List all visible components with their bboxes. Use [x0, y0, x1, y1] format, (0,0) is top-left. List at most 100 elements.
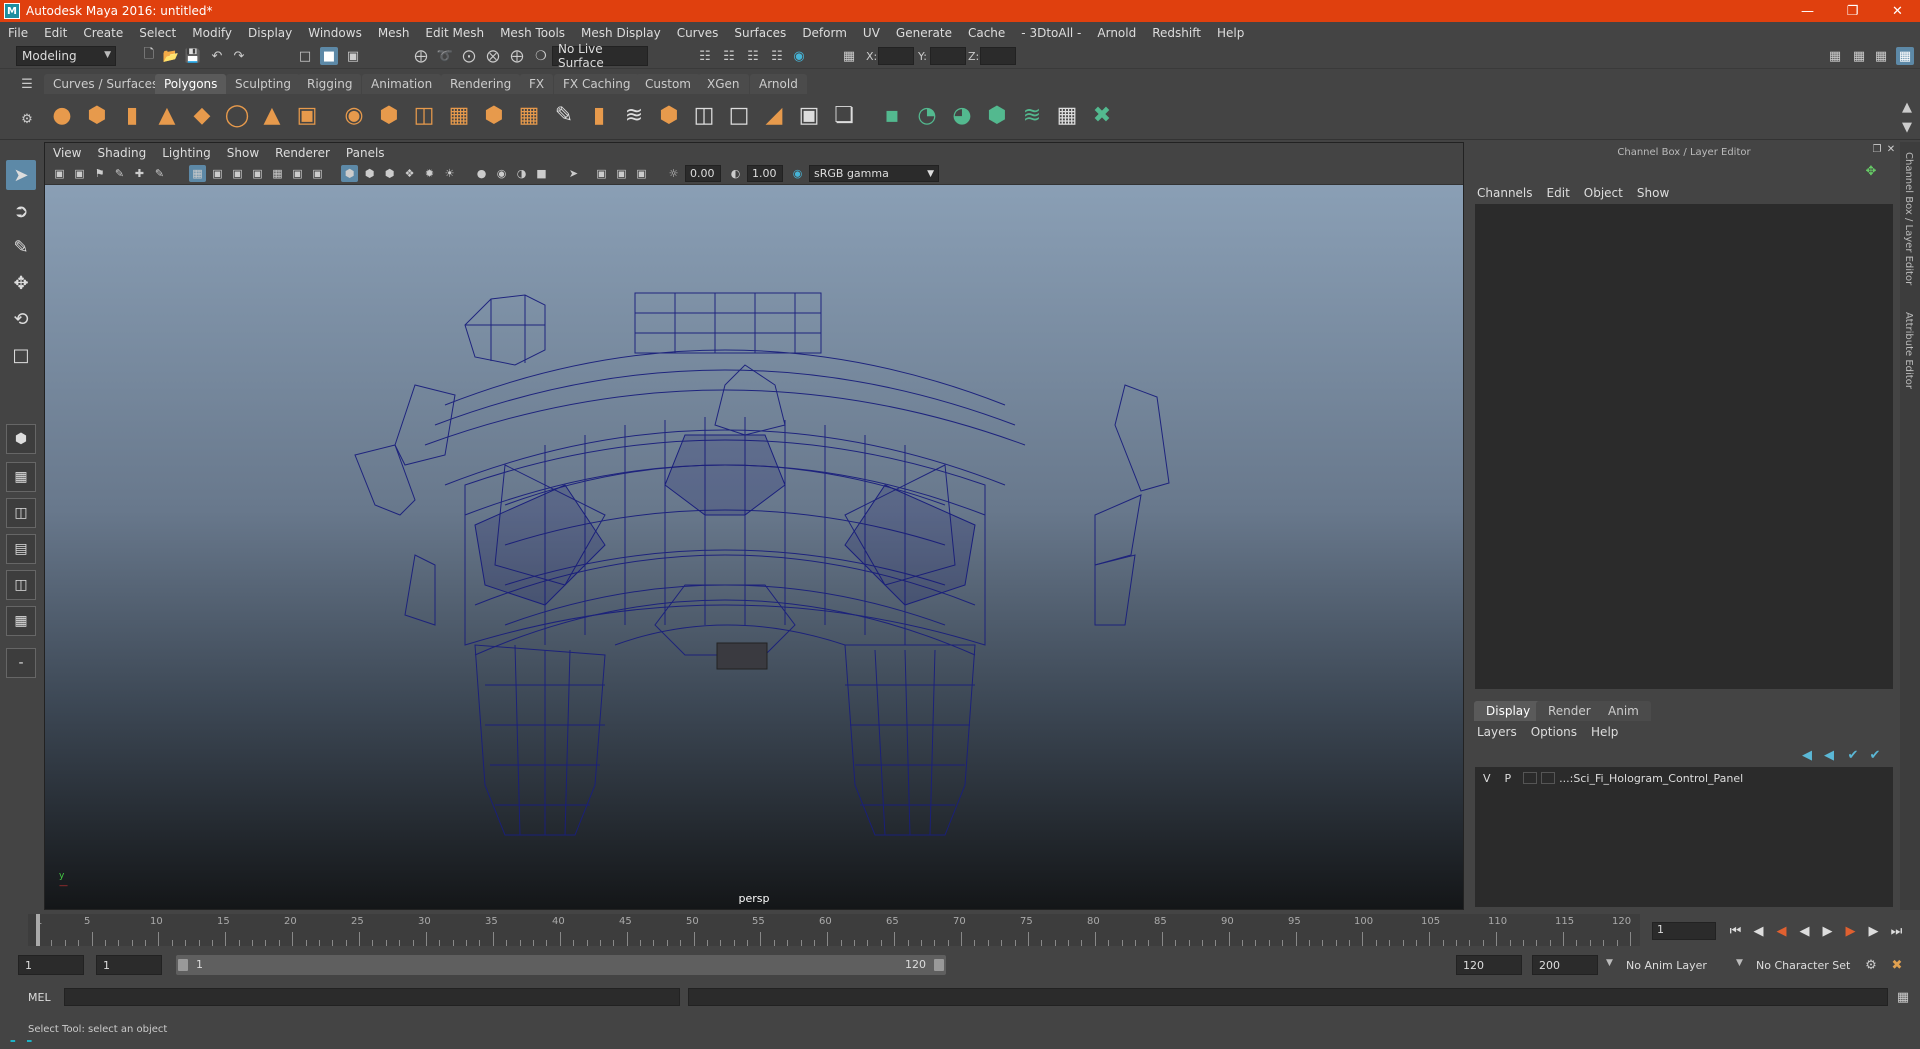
- combine-icon[interactable]: ◫: [410, 101, 438, 129]
- scale-tool-icon[interactable]: □: [6, 340, 36, 370]
- image-plane-icon[interactable]: ✎: [111, 165, 128, 182]
- side-tab-attribute-editor[interactable]: Attribute Editor: [1903, 312, 1914, 389]
- menu-file[interactable]: File: [0, 26, 36, 40]
- shelf-tab-animation[interactable]: Animation: [362, 74, 442, 94]
- poly-plane-icon[interactable]: ◆: [188, 101, 216, 129]
- layer-menu-options[interactable]: Options: [1524, 725, 1584, 739]
- side-tab-channel-box[interactable]: Channel Box / Layer Editor: [1903, 152, 1914, 285]
- time-ruler[interactable]: 1510152025303540455055606570758085909510…: [28, 914, 1640, 946]
- make-live-icon[interactable]: ❍: [532, 47, 550, 65]
- move-layer-down-icon[interactable]: ◀: [1820, 746, 1838, 764]
- play-backwards-icon[interactable]: ◀: [1793, 924, 1816, 939]
- channel-box-icon[interactable]: ▦: [1896, 47, 1914, 65]
- single-pane-layout-icon[interactable]: ⬢: [6, 424, 36, 454]
- float-panel-icon[interactable]: ❐: [1870, 142, 1884, 156]
- cb-menu-object[interactable]: Object: [1577, 186, 1630, 200]
- z-coord-field[interactable]: [980, 47, 1016, 65]
- ipr-render-icon[interactable]: ☷: [720, 47, 738, 65]
- anti-aliasing-icon[interactable]: ◑: [513, 165, 530, 182]
- layer-tab-anim[interactable]: Anim: [1596, 701, 1651, 721]
- menu-generate[interactable]: Generate: [888, 26, 960, 40]
- colorspace-dropdown[interactable]: sRGB gamma ▼: [809, 165, 939, 182]
- lasso-tool-icon[interactable]: ➲: [6, 196, 36, 226]
- multi-cut-icon[interactable]: ✎: [550, 101, 578, 129]
- menu-windows[interactable]: Windows: [300, 26, 370, 40]
- two-pane-stacked-layout-icon[interactable]: ◫: [6, 570, 36, 600]
- xray-components-icon[interactable]: ▣: [633, 165, 650, 182]
- current-time-marker[interactable]: [36, 914, 40, 946]
- shelf-tab-polygons[interactable]: Polygons: [155, 74, 227, 94]
- gamma-field[interactable]: 1.00: [747, 165, 783, 182]
- insert-edge-loop-icon[interactable]: ◫: [690, 101, 718, 129]
- offset-edge-loop-icon[interactable]: □: [725, 101, 753, 129]
- menu-arnold[interactable]: Arnold: [1089, 26, 1144, 40]
- viewport-menu-panels[interactable]: Panels: [338, 146, 393, 160]
- menu-create[interactable]: Create: [75, 26, 131, 40]
- layer-tab-display[interactable]: Display: [1474, 701, 1543, 721]
- menu-deform[interactable]: Deform: [794, 26, 855, 40]
- spherical-uv-icon[interactable]: ◕: [948, 101, 976, 129]
- poly-cone-icon[interactable]: ▲: [153, 101, 181, 129]
- 2d-pan-zoom-icon[interactable]: ✎: [151, 165, 168, 182]
- snap-view-icon[interactable]: ⨂: [484, 47, 502, 65]
- hypershade-icon[interactable]: ☷: [768, 47, 786, 65]
- uv-editor-icon[interactable]: ≋: [1018, 101, 1046, 129]
- open-scene-icon[interactable]: 📂: [162, 47, 180, 65]
- minimize-icon[interactable]: —: [1785, 0, 1830, 22]
- viewport-menu-shading[interactable]: Shading: [89, 146, 154, 160]
- menu-select[interactable]: Select: [131, 26, 184, 40]
- move-tool-icon[interactable]: ✥: [6, 268, 36, 298]
- menu-curves[interactable]: Curves: [669, 26, 727, 40]
- select-component-icon[interactable]: ▣: [344, 47, 362, 65]
- menu-mesh[interactable]: Mesh: [370, 26, 418, 40]
- gamma-icon[interactable]: ◐: [727, 165, 744, 182]
- snap-grid-icon[interactable]: ⨁: [412, 47, 430, 65]
- 3d-scene[interactable]: y — persp: [45, 185, 1463, 909]
- shadows-icon[interactable]: ☀: [441, 165, 458, 182]
- menu-cache[interactable]: Cache: [960, 26, 1013, 40]
- xray-icon[interactable]: ▣: [593, 165, 610, 182]
- poly-sphere-icon[interactable]: ●: [48, 101, 76, 129]
- menu-edit-mesh[interactable]: Edit Mesh: [417, 26, 492, 40]
- menu-display[interactable]: Display: [240, 26, 300, 40]
- outliner-persp-layout-icon[interactable]: ▤: [6, 534, 36, 564]
- layer-menu-layers[interactable]: Layers: [1470, 725, 1524, 739]
- menu-mesh-tools[interactable]: Mesh Tools: [492, 26, 573, 40]
- render-view-icon[interactable]: ◉: [790, 47, 808, 65]
- auto-key-icon[interactable]: ⚙: [1862, 956, 1880, 974]
- step-forward-key-icon[interactable]: ▶: [1862, 924, 1885, 939]
- playback-start-field[interactable]: 1: [96, 955, 162, 975]
- motion-blur-icon[interactable]: ◉: [493, 165, 510, 182]
- separate-icon[interactable]: ▦: [445, 101, 473, 129]
- new-layer-icon[interactable]: ✔: [1844, 746, 1862, 764]
- menu-3dtoall[interactable]: - 3DtoAll -: [1013, 26, 1089, 40]
- poly-platonic-icon[interactable]: ⬢: [375, 101, 403, 129]
- viewport-panel[interactable]: View Shading Lighting Show Renderer Pane…: [44, 142, 1464, 910]
- planar-uv-icon[interactable]: ▪: [878, 101, 906, 129]
- menu-help[interactable]: Help: [1209, 26, 1252, 40]
- shelf-tab-curves-surfaces[interactable]: Curves / Surfaces: [44, 74, 168, 94]
- mirror-icon[interactable]: ⬢: [480, 101, 508, 129]
- scroll-up-icon[interactable]: ▲: [1898, 98, 1916, 116]
- layer-color-swatch[interactable]: [1541, 772, 1556, 784]
- go-to-start-icon[interactable]: ⏮: [1724, 924, 1747, 939]
- append-polygon-icon[interactable]: ◢: [760, 101, 788, 129]
- layer-list[interactable]: V P ...:Sci_Fi_Hologram_Control_Panel: [1475, 767, 1893, 907]
- new-scene-icon[interactable]: 🗋: [140, 47, 158, 65]
- smooth-icon[interactable]: ▦: [515, 101, 543, 129]
- camera-attributes-icon[interactable]: ▣: [71, 165, 88, 182]
- poly-cylinder-icon[interactable]: ▮: [118, 101, 146, 129]
- render-current-icon[interactable]: ☷: [696, 47, 714, 65]
- live-surface-field[interactable]: No Live Surface: [552, 42, 648, 70]
- y-coord-field[interactable]: [930, 47, 966, 65]
- film-gate-icon[interactable]: ▣: [209, 165, 226, 182]
- mel-input[interactable]: [64, 988, 680, 1006]
- wireframe-icon[interactable]: ⬢: [341, 165, 358, 182]
- range-end-handle[interactable]: [934, 959, 944, 971]
- close-icon[interactable]: ✕: [1875, 0, 1920, 22]
- script-editor-icon[interactable]: ▦: [1894, 988, 1912, 1006]
- viewport-menu-renderer[interactable]: Renderer: [267, 146, 338, 160]
- depth-of-field-icon[interactable]: ■: [533, 165, 550, 182]
- layer-tab-render[interactable]: Render: [1536, 701, 1603, 721]
- undo-icon[interactable]: ↶: [208, 47, 226, 65]
